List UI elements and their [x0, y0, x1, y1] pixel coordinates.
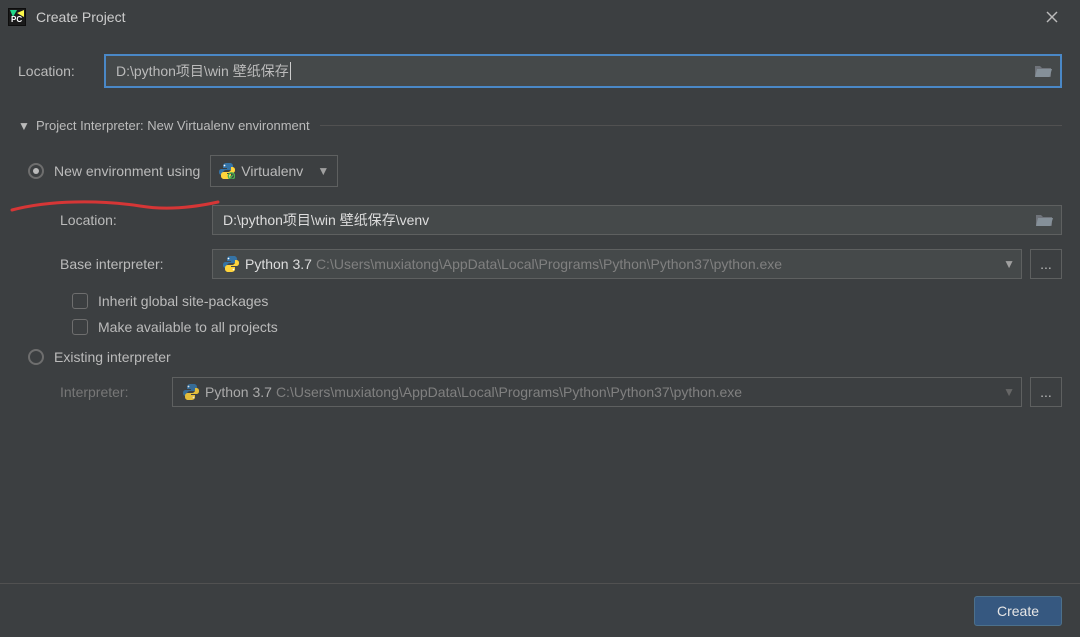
window-title: Create Project: [36, 9, 1032, 25]
new-environment-radio[interactable]: [28, 163, 44, 179]
close-button[interactable]: [1032, 0, 1072, 34]
existing-interpreter-name: Python 3.7: [205, 384, 272, 400]
new-environment-label: New environment using: [54, 163, 200, 179]
environment-type-selected: Virtualenv: [241, 163, 303, 179]
section-header-text: Project Interpreter: New Virtualenv envi…: [36, 118, 310, 133]
chevron-down-icon: ▼: [1003, 385, 1015, 399]
existing-interpreter-label: Existing interpreter: [54, 349, 171, 365]
chevron-down-icon: ▼: [317, 164, 329, 178]
python-icon: [183, 384, 199, 400]
existing-interpreter-browse-button[interactable]: ...: [1030, 377, 1062, 407]
project-interpreter-section[interactable]: ▼ Project Interpreter: New Virtualenv en…: [18, 118, 1062, 133]
folder-open-icon[interactable]: [1034, 63, 1054, 79]
venv-location-text: D:\python项目\win 壁纸保存\venv: [223, 210, 429, 230]
venv-location-label: Location:: [60, 212, 212, 228]
folder-open-icon[interactable]: [1035, 212, 1055, 228]
base-interpreter-browse-button[interactable]: ...: [1030, 249, 1062, 279]
make-available-checkbox[interactable]: [72, 319, 88, 335]
ellipsis-icon: ...: [1040, 384, 1052, 400]
base-interpreter-path: C:\Users\muxiatong\AppData\Local\Program…: [316, 256, 782, 272]
section-divider: [320, 125, 1062, 126]
make-available-label: Make available to all projects: [98, 319, 278, 335]
venv-location-field[interactable]: D:\python项目\win 壁纸保存\venv: [212, 205, 1062, 235]
location-label: Location:: [18, 63, 104, 79]
chevron-down-icon: ▼: [1003, 257, 1015, 271]
svg-text:PC: PC: [11, 15, 22, 24]
base-interpreter-dropdown[interactable]: Python 3.7 C:\Users\muxiatong\AppData\Lo…: [212, 249, 1022, 279]
python-icon: [219, 163, 235, 179]
existing-interpreter-path: C:\Users\muxiatong\AppData\Local\Program…: [276, 384, 742, 400]
pycharm-app-icon: PC: [8, 8, 26, 26]
base-interpreter-name: Python 3.7: [245, 256, 312, 272]
existing-interpreter-dropdown: Python 3.7 C:\Users\muxiatong\AppData\Lo…: [172, 377, 1022, 407]
text-caret: [290, 62, 291, 80]
python-icon: [223, 256, 239, 272]
create-button[interactable]: Create: [974, 596, 1062, 626]
collapse-triangle-icon: ▼: [18, 119, 32, 133]
existing-interpreter-radio[interactable]: [28, 349, 44, 365]
environment-type-dropdown[interactable]: Virtualenv ▼: [210, 155, 338, 187]
inherit-global-label: Inherit global site-packages: [98, 293, 268, 309]
footer: Create: [0, 583, 1080, 637]
project-location-text: D:\python项目\win 壁纸保存: [116, 61, 289, 81]
inherit-global-checkbox[interactable]: [72, 293, 88, 309]
ellipsis-icon: ...: [1040, 256, 1052, 272]
base-interpreter-label: Base interpreter:: [60, 256, 212, 272]
close-icon: [1046, 11, 1058, 23]
project-location-field[interactable]: D:\python项目\win 壁纸保存: [104, 54, 1062, 88]
titlebar: PC Create Project: [0, 0, 1080, 34]
existing-interpreter-field-label: Interpreter:: [60, 384, 172, 400]
